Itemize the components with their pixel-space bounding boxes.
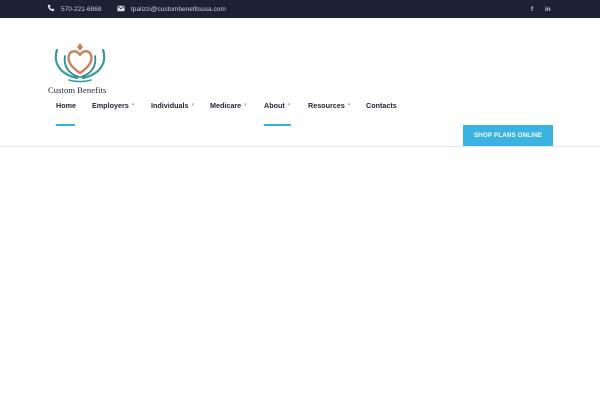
nav-item-label: Individuals <box>151 100 189 110</box>
nav-item-label: Resources <box>308 100 345 110</box>
shop-plans-online-button[interactable]: SHOP PLANS ONLINE <box>463 125 553 146</box>
lotus-heart-logo-icon <box>54 43 106 83</box>
nav-item-contacts[interactable]: Contacts <box>366 98 397 112</box>
nav-item-label: Contacts <box>366 100 397 110</box>
nav-active-indicator <box>56 124 75 126</box>
chevron-down-icon: ▾ <box>244 102 247 108</box>
nav-item-label: About <box>264 100 285 110</box>
nav-item-employers[interactable]: Employers ▾ <box>92 98 134 112</box>
phone-link[interactable]: 570-221-6868 <box>47 0 101 18</box>
top-bar: 570-221-6868 tpalizzi@custombenefitsusa.… <box>0 0 600 18</box>
chevron-down-icon: ▾ <box>347 102 351 108</box>
main-nav: Home Employers ▾ Individuals ▾ Medicare … <box>0 98 600 112</box>
linkedin-icon[interactable]: in <box>545 0 551 18</box>
chevron-down-icon: ▾ <box>191 102 195 108</box>
nav-item-resources[interactable]: Resources ▾ <box>308 98 350 112</box>
facebook-icon[interactable]: f <box>531 0 533 18</box>
brand-name: Custom Benefits <box>48 85 107 95</box>
phone-icon <box>47 4 55 14</box>
nav-item-home[interactable]: Home <box>56 98 76 112</box>
chevron-down-icon: ▾ <box>287 102 291 108</box>
nav-item-about[interactable]: About ▾ <box>264 98 290 112</box>
nav-item-label: Home <box>56 100 76 110</box>
nav-active-indicator <box>264 124 291 126</box>
nav-item-label: Employers <box>92 100 129 110</box>
phone-number: 570-221-6868 <box>61 5 102 13</box>
nav-item-individuals[interactable]: Individuals ▾ <box>151 98 194 112</box>
nav-item-medicare[interactable]: Medicare ▾ <box>210 98 247 112</box>
nav-item-label: Medicare <box>210 100 242 110</box>
email-address: tpalizzi@custombenefitsusa.com <box>131 5 226 13</box>
chevron-down-icon: ▾ <box>131 102 135 108</box>
envelope-icon <box>117 5 125 14</box>
email-link[interactable]: tpalizzi@custombenefitsusa.com <box>117 0 226 18</box>
